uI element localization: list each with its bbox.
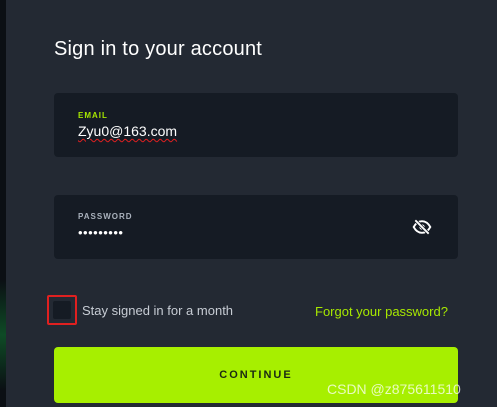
eye-slash-icon <box>412 219 432 235</box>
password-label: PASSWORD <box>78 212 133 221</box>
checkbox-highlight <box>47 295 77 325</box>
stay-signed-in-label[interactable]: Stay signed in for a month <box>82 303 233 318</box>
page-title: Sign in to your account <box>54 38 263 60</box>
forgot-password-link[interactable]: Forgot your password? <box>315 304 448 319</box>
watermark: CSDN @z875611510 <box>327 381 461 397</box>
email-input[interactable]: Zyu0@163.com <box>78 123 177 139</box>
password-field[interactable]: PASSWORD ••••••••• <box>54 195 458 259</box>
email-label: EMAIL <box>78 111 108 120</box>
stay-signed-in-checkbox[interactable] <box>53 301 71 319</box>
email-field[interactable]: EMAIL Zyu0@163.com <box>54 93 458 157</box>
password-input[interactable]: ••••••••• <box>78 225 123 240</box>
show-password-toggle[interactable] <box>412 217 432 237</box>
